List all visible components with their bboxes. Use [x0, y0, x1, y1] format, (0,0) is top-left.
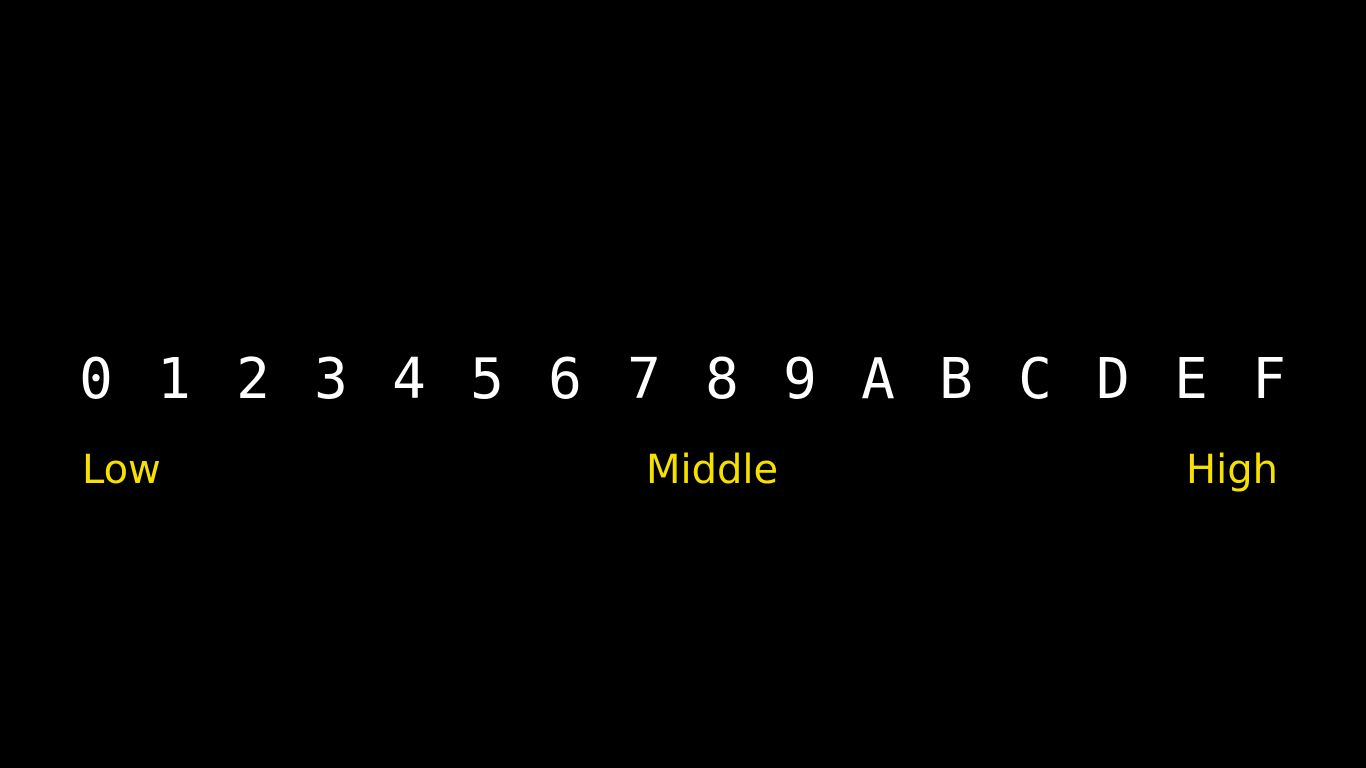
high-label: High	[1186, 447, 1278, 493]
hex-digit-f: F	[1252, 347, 1286, 412]
hex-digit-row: 0 1 2 3 4 5 6 7 8 9 A B C D E F	[0, 340, 1366, 420]
hex-digit-8: 8	[705, 347, 739, 412]
hex-digit-2: 2	[236, 347, 270, 412]
hex-digit-d: D	[1096, 347, 1130, 412]
hex-digit-0: 0	[79, 347, 113, 412]
middle-label: Middle	[646, 447, 779, 493]
hex-digit-1: 1	[157, 347, 191, 412]
hex-digit-3: 3	[314, 347, 348, 412]
hex-digit-a: A	[861, 347, 895, 412]
hex-digit-c: C	[1018, 347, 1052, 412]
hex-digit-b: B	[939, 347, 973, 412]
hex-digit-9: 9	[783, 347, 817, 412]
hex-digit-4: 4	[392, 347, 426, 412]
hex-scale-slide: 0 1 2 3 4 5 6 7 8 9 A B C D E F Low Midd…	[0, 0, 1366, 768]
hex-digit-6: 6	[548, 347, 582, 412]
hex-digit-e: E	[1174, 347, 1208, 412]
low-label: Low	[82, 447, 161, 493]
hex-digit-5: 5	[470, 347, 504, 412]
hex-digit-7: 7	[627, 347, 661, 412]
